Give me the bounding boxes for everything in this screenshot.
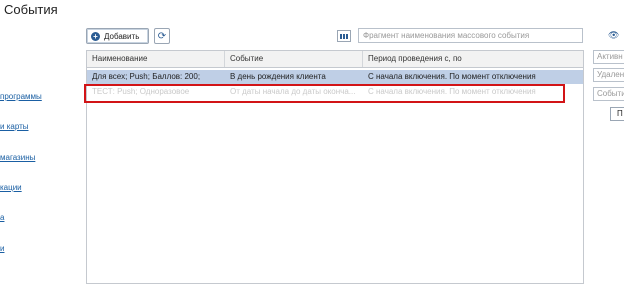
cell-name: Для всех; Push; Баллов: 200; bbox=[92, 72, 201, 81]
cell-period: С начала включения. По момент отключения bbox=[368, 72, 536, 81]
add-button-label: Добавить bbox=[104, 31, 140, 41]
filter-active-field[interactable]: Активн bbox=[593, 50, 624, 64]
page-title: События bbox=[4, 2, 58, 17]
nav-item-cards[interactable]: и карты bbox=[0, 122, 29, 131]
nav-item-programs[interactable]: программы bbox=[0, 92, 42, 101]
nav-item-stores[interactable]: магазины bbox=[0, 153, 35, 162]
cell-event: В день рождения клиента bbox=[230, 72, 326, 81]
column-header-period[interactable]: Период проведения с, по bbox=[363, 51, 583, 67]
column-header-event[interactable]: Событие bbox=[225, 51, 363, 67]
side-button[interactable]: П bbox=[610, 107, 624, 121]
table-header: Наименование Событие Период проведения с… bbox=[87, 51, 583, 68]
grid-icon bbox=[340, 33, 348, 39]
highlight-box bbox=[84, 84, 565, 103]
nav-item-communications[interactable]: кации bbox=[0, 183, 22, 192]
eye-icon[interactable]: 👁 bbox=[608, 30, 619, 41]
refresh-button[interactable]: ⟳ bbox=[154, 28, 170, 44]
column-header-name[interactable]: Наименование bbox=[87, 51, 225, 67]
refresh-icon: ⟳ bbox=[157, 30, 167, 42]
table-row[interactable]: Для всех; Push; Баллов: 200; В день рожд… bbox=[87, 70, 583, 84]
nav-item-i[interactable]: и bbox=[0, 244, 4, 253]
add-button[interactable]: + Добавить bbox=[86, 28, 149, 44]
plus-icon: + bbox=[91, 31, 100, 41]
search-input[interactable] bbox=[358, 28, 583, 43]
nav-item-a[interactable]: а bbox=[0, 213, 4, 222]
filter-deleted-field[interactable]: Удален bbox=[593, 68, 624, 82]
list-view-button[interactable] bbox=[337, 30, 351, 42]
filter-event-field[interactable]: Событи bbox=[593, 87, 624, 101]
